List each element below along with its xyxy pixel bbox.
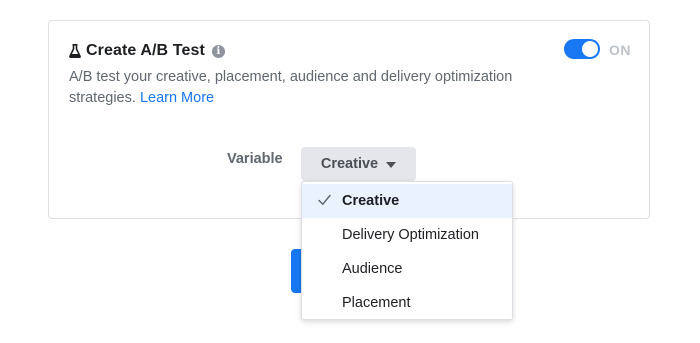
info-icon[interactable]: i — [211, 44, 225, 58]
flask-icon — [69, 44, 81, 58]
variable-label: Variable — [227, 151, 283, 167]
description-text: A/B test your creative, placement, audie… — [69, 69, 513, 106]
dropdown-option-label: Placement — [342, 295, 411, 311]
variable-dropdown-menu: Creative Delivery Optimization Audience … — [301, 181, 513, 320]
ab-test-toggle[interactable] — [564, 39, 600, 59]
page: Create A/B Test i A/B test your creative… — [0, 0, 700, 343]
variable-select[interactable]: Creative — [301, 147, 416, 181]
dropdown-option-creative[interactable]: Creative — [302, 184, 512, 218]
card-description: A/B test your creative, placement, audie… — [69, 67, 569, 109]
card-header: Create A/B Test i — [69, 42, 225, 60]
toggle-state-label: ON — [609, 42, 631, 58]
learn-more-link[interactable]: Learn More — [140, 90, 214, 106]
dropdown-option-placement[interactable]: Placement — [302, 286, 512, 320]
dropdown-option-label: Creative — [342, 193, 400, 209]
dropdown-option-label: Delivery Optimization — [342, 227, 479, 243]
check-icon — [318, 194, 331, 205]
caret-down-icon — [386, 162, 397, 168]
card-title: Create A/B Test — [86, 42, 205, 59]
dropdown-option-delivery-optimization[interactable]: Delivery Optimization — [302, 218, 512, 252]
dropdown-option-audience[interactable]: Audience — [302, 252, 512, 286]
toggle-knob — [582, 41, 598, 57]
variable-select-value: Creative — [320, 156, 379, 172]
dropdown-option-label: Audience — [342, 261, 403, 277]
